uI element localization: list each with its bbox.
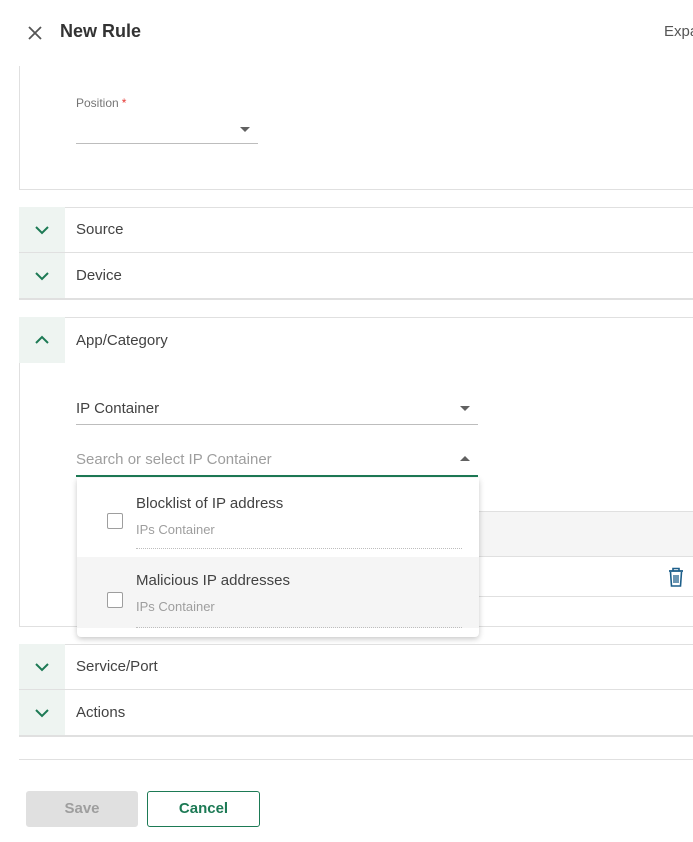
save-button[interactable]: Save xyxy=(26,791,138,827)
position-label: Position * xyxy=(76,96,126,110)
option-divider xyxy=(136,548,462,549)
section-device-label: Device xyxy=(76,267,122,284)
dialog-title: New Rule xyxy=(60,21,142,41)
chevron-down-icon xyxy=(19,690,65,735)
section-app-category[interactable]: App/Category xyxy=(19,317,693,363)
option-subtitle: IPs Container xyxy=(136,522,215,537)
section-service-port-label: Service/Port xyxy=(76,658,158,675)
option-subtitle: IPs Container xyxy=(136,599,215,614)
option-checkbox[interactable] xyxy=(107,513,123,529)
ip-container-search xyxy=(76,444,478,477)
section-source-label: Source xyxy=(76,221,124,238)
trash-icon[interactable] xyxy=(667,566,685,588)
section-actions[interactable]: Actions xyxy=(19,690,693,736)
expand-all-link[interactable]: Expa xyxy=(664,23,693,40)
position-label-text: Position xyxy=(76,96,119,110)
footer-divider xyxy=(19,759,693,760)
option-checkbox[interactable] xyxy=(107,592,123,608)
chevron-down-icon xyxy=(240,127,250,132)
option-title: Malicious IP addresses xyxy=(136,572,290,589)
ip-container-dropdown: Blocklist of IP address IPs Container Ma… xyxy=(77,478,479,637)
ip-container-type-value: IP Container xyxy=(76,400,160,417)
dropdown-option[interactable]: Blocklist of IP address IPs Container xyxy=(77,478,479,549)
section-actions-label: Actions xyxy=(76,704,126,721)
option-divider xyxy=(136,627,462,628)
cancel-button[interactable]: Cancel xyxy=(147,791,260,827)
chevron-up-icon xyxy=(19,317,65,363)
chevron-up-icon[interactable] xyxy=(460,456,470,461)
dropdown-option[interactable]: Malicious IP addresses IPs Container xyxy=(77,557,479,628)
ip-container-search-input[interactable] xyxy=(76,448,446,470)
section-device[interactable]: Device xyxy=(19,253,693,299)
section-source[interactable]: Source xyxy=(19,207,693,253)
dialog-header: New Rule Expa xyxy=(0,0,693,66)
section-service-port[interactable]: Service/Port xyxy=(19,644,693,690)
position-select[interactable] xyxy=(76,118,258,144)
section-app-category-label: App/Category xyxy=(76,332,168,349)
required-mark: * xyxy=(121,96,127,110)
chevron-down-icon xyxy=(19,253,65,298)
option-title: Blocklist of IP address xyxy=(136,495,284,512)
close-icon[interactable] xyxy=(24,22,46,44)
chevron-down-icon xyxy=(460,406,470,411)
chevron-down-icon xyxy=(19,644,65,689)
chevron-down-icon xyxy=(19,207,65,252)
